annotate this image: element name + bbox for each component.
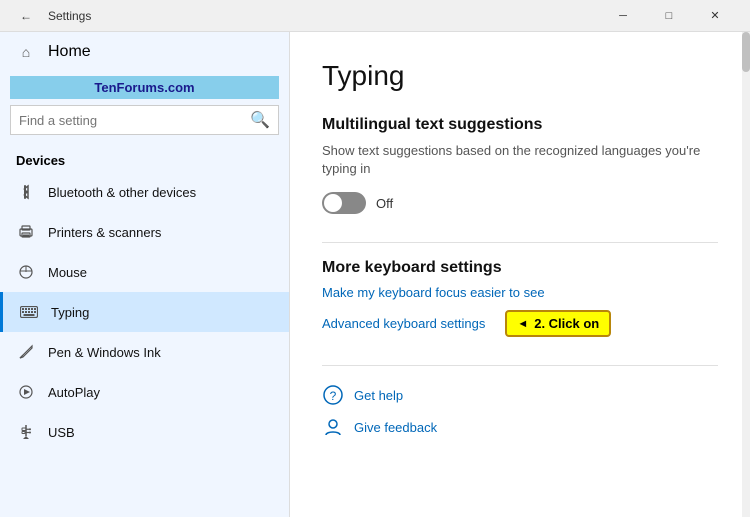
section-divider (322, 242, 718, 243)
advanced-link[interactable]: Advanced keyboard settings (322, 316, 485, 331)
devices-section-label: Devices (0, 145, 289, 172)
search-box[interactable]: 🔍 (10, 105, 279, 135)
sidebar-item-mouse[interactable]: Mouse (0, 252, 289, 292)
scrollbar-thumb[interactable] (742, 32, 750, 72)
home-label: Home (48, 43, 91, 61)
sidebar-item-printers[interactable]: Printers & scanners (0, 212, 289, 252)
close-button[interactable]: ✕ (692, 0, 738, 32)
pen-label: Pen & Windows Ink (48, 345, 161, 360)
sidebar-item-typing[interactable]: Typing 1. Click on (0, 292, 289, 332)
app-body: ⌂ Home TenForums.com 🔍 Devices Bluetooth… (0, 32, 750, 517)
bluetooth-icon (16, 182, 36, 202)
window-controls: ─ □ ✕ (600, 0, 738, 32)
bluetooth-label: Bluetooth & other devices (48, 185, 196, 200)
search-input[interactable] (19, 113, 250, 128)
multilingual-toggle-row: Off (322, 192, 718, 214)
toggle-label: Off (376, 196, 393, 211)
footer-section: ? Get help Give feedback (322, 365, 718, 438)
usb-label: USB (48, 425, 75, 440)
multilingual-heading: Multilingual text suggestions (322, 116, 718, 134)
pen-icon (16, 342, 36, 362)
title-bar-nav: ← (12, 2, 40, 30)
multilingual-toggle[interactable] (322, 192, 366, 214)
window-title: Settings (48, 9, 91, 23)
mouse-icon (16, 262, 36, 282)
title-bar: ← Settings ─ □ ✕ (0, 0, 750, 32)
feedback-item[interactable]: Give feedback (322, 416, 718, 438)
feedback-link[interactable]: Give feedback (354, 420, 437, 435)
minimize-button[interactable]: ─ (600, 0, 646, 32)
sidebar-item-usb[interactable]: USB (0, 412, 289, 452)
main-content: Typing Multilingual text suggestions Sho… (290, 32, 750, 517)
watermark: TenForums.com (10, 76, 279, 99)
printers-label: Printers & scanners (48, 225, 161, 240)
search-icon: 🔍 (250, 110, 270, 130)
autoplay-label: AutoPlay (48, 385, 100, 400)
back-icon: ← (20, 9, 32, 23)
usb-icon (16, 422, 36, 442)
home-icon: ⌂ (16, 42, 36, 62)
typing-label: Typing (51, 305, 89, 320)
back-button[interactable]: ← (12, 2, 40, 30)
toggle-knob (324, 194, 342, 212)
svg-text:?: ? (330, 389, 337, 403)
help-icon: ? (322, 384, 344, 406)
scrollbar-track[interactable] (742, 32, 750, 517)
printer-icon (16, 222, 36, 242)
advanced-link-area: Advanced keyboard settings 2. Click on (322, 310, 718, 337)
keyboard-heading: More keyboard settings (322, 259, 718, 277)
help-link[interactable]: Get help (354, 388, 403, 403)
help-item[interactable]: ? Get help (322, 384, 718, 406)
sidebar-item-autoplay[interactable]: AutoPlay (0, 372, 289, 412)
sidebar-item-bluetooth[interactable]: Bluetooth & other devices (0, 172, 289, 212)
sidebar-item-home[interactable]: ⌂ Home (0, 32, 289, 72)
sidebar-item-pen[interactable]: Pen & Windows Ink (0, 332, 289, 372)
page-title: Typing (322, 60, 718, 92)
feedback-icon (322, 416, 344, 438)
title-bar-left: ← Settings (12, 2, 600, 30)
keyboard-icon (19, 302, 39, 322)
mouse-label: Mouse (48, 265, 87, 280)
multilingual-desc: Show text suggestions based on the recog… (322, 142, 718, 178)
callout-2: 2. Click on (505, 310, 611, 337)
autoplay-icon (16, 382, 36, 402)
focus-link[interactable]: Make my keyboard focus easier to see (322, 285, 718, 300)
maximize-button[interactable]: □ (646, 0, 692, 32)
sidebar: ⌂ Home TenForums.com 🔍 Devices Bluetooth… (0, 32, 290, 517)
